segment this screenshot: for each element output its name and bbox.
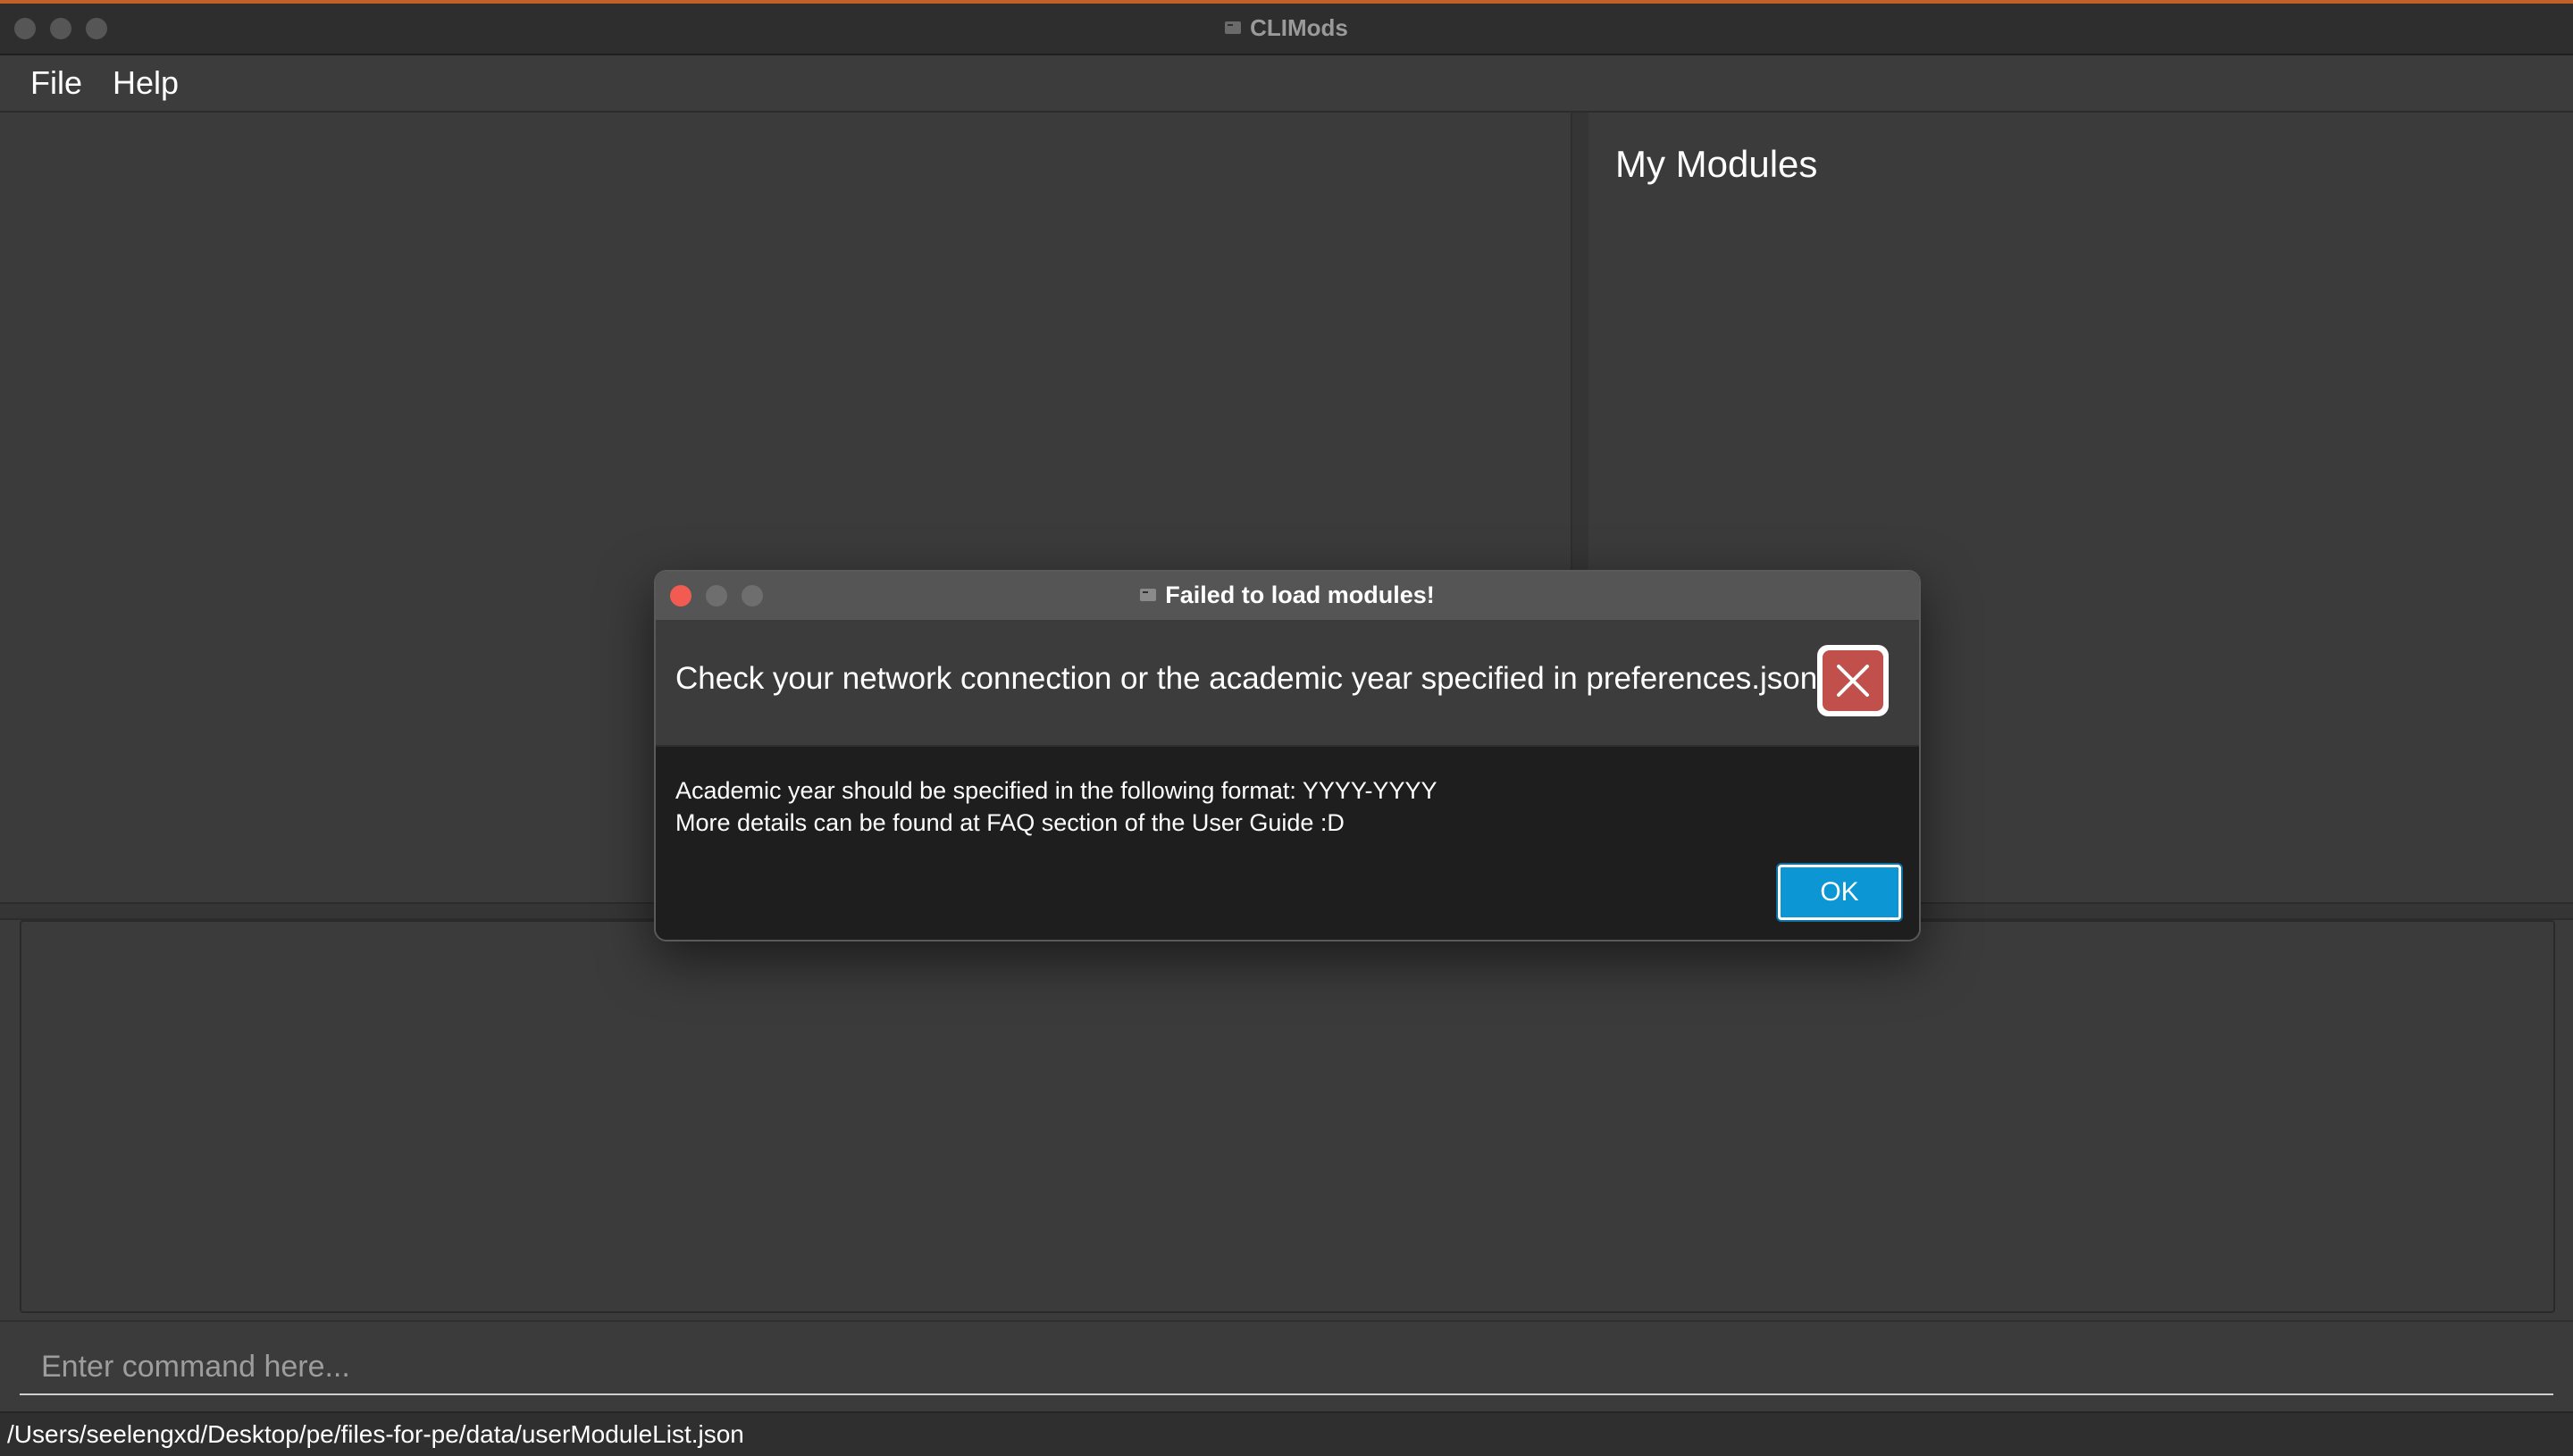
window-titlebar[interactable]: CLIMods — [0, 4, 2573, 55]
dialog-header: Check your network connection or the aca… — [656, 622, 1919, 747]
status-bar: /Users/seelengxd/Desktop/pe/files-for-pe… — [0, 1411, 2573, 1456]
my-modules-heading: My Modules — [1615, 143, 1818, 185]
dialog-headline: Check your network connection or the aca… — [675, 661, 1818, 696]
result-display-box — [20, 920, 2555, 1313]
save-location-path: /Users/seelengxd/Desktop/pe/files-for-pe… — [7, 1420, 744, 1448]
ok-button[interactable]: OK — [1778, 865, 1901, 920]
command-box — [0, 1320, 2573, 1411]
dialog-titlebar[interactable]: Failed to load modules! — [656, 572, 1919, 622]
menu-file[interactable]: File — [27, 64, 86, 102]
error-x-icon — [1817, 645, 1889, 716]
dialog-title: Failed to load modules! — [656, 582, 1919, 609]
dialog-body-line: Academic year should be specified in the… — [675, 777, 1437, 804]
dialog-app-icon — [1140, 589, 1157, 601]
command-input[interactable] — [20, 1340, 2553, 1395]
dialog-body-line: More details can be found at FAQ section… — [675, 809, 1345, 836]
dialog-body: Academic year should be specified in the… — [656, 747, 1919, 940]
menu-help[interactable]: Help — [109, 64, 182, 102]
app-icon — [1225, 21, 1242, 34]
window-title: CLIMods — [0, 14, 2573, 42]
error-dialog: Failed to load modules! Check your netwo… — [654, 570, 1921, 941]
menu-bar: File Help — [0, 55, 2573, 113]
